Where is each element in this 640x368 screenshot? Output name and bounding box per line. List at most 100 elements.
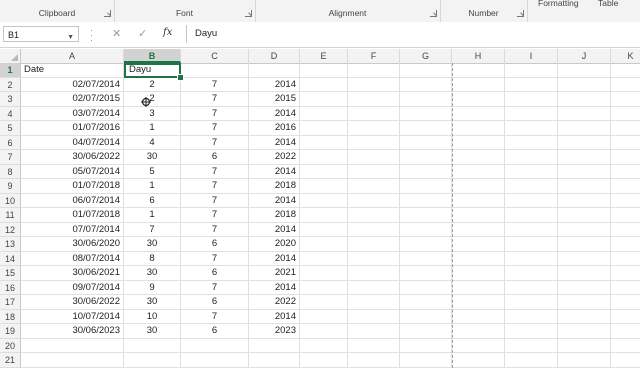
cell-k7[interactable] <box>611 150 640 165</box>
cell-g7[interactable] <box>400 150 452 165</box>
cell-b9[interactable]: 1 <box>124 179 181 194</box>
cell-d3[interactable]: 2015 <box>249 92 300 107</box>
column-header-k[interactable]: K <box>611 49 640 63</box>
cell-j6[interactable] <box>558 135 611 150</box>
cell-b8[interactable]: 5 <box>124 164 181 179</box>
cell-a3[interactable]: 02/07/2015 <box>21 92 124 107</box>
cell-f10[interactable] <box>348 193 400 208</box>
check-icon[interactable]: ✓ <box>138 27 147 40</box>
cell-a12[interactable]: 07/07/2014 <box>21 222 124 237</box>
row-header[interactable]: 1 <box>0 63 21 78</box>
cell-k20[interactable] <box>611 339 640 353</box>
row-header[interactable]: 16 <box>0 280 21 295</box>
dialog-launcher-icon[interactable] <box>430 10 437 17</box>
cell-j10[interactable] <box>558 193 611 208</box>
cell-f8[interactable] <box>348 164 400 179</box>
cell-b14[interactable]: 8 <box>124 251 181 266</box>
cell-h20[interactable] <box>452 338 505 353</box>
cell-d6[interactable]: 2014 <box>249 135 300 150</box>
cell-i4[interactable] <box>505 106 558 121</box>
cell-k11[interactable] <box>611 208 640 223</box>
cell-i10[interactable] <box>505 193 558 208</box>
column-header-c[interactable]: C <box>181 49 249 63</box>
cell-c15[interactable]: 6 <box>181 266 249 281</box>
cell-b1[interactable]: Dayu <box>124 63 181 78</box>
cell-h17[interactable] <box>452 295 505 310</box>
cell-d11[interactable]: 2018 <box>249 208 300 223</box>
cell-g17[interactable] <box>400 295 452 310</box>
cell-g16[interactable] <box>400 280 452 295</box>
cell-b16[interactable]: 9 <box>124 280 181 295</box>
cell-h13[interactable] <box>452 237 505 252</box>
cell-i8[interactable] <box>505 164 558 179</box>
cell-h3[interactable] <box>452 92 505 107</box>
cell-k3[interactable] <box>611 92 640 107</box>
cell-c4[interactable]: 7 <box>181 106 249 121</box>
column-header-j[interactable]: J <box>558 49 611 63</box>
cell-i2[interactable] <box>505 77 558 92</box>
cell-d21[interactable] <box>249 353 300 368</box>
formula-input[interactable]: Dayu <box>186 25 638 43</box>
cell-d4[interactable]: 2014 <box>249 106 300 121</box>
cell-k14[interactable] <box>611 252 640 266</box>
drag-handle-icon[interactable]: · · · <box>90 26 93 45</box>
cell-j14[interactable] <box>558 251 611 266</box>
cell-c20[interactable] <box>181 338 249 353</box>
cell-d18[interactable]: 2014 <box>249 309 300 324</box>
cell-h11[interactable] <box>452 208 505 223</box>
cell-d20[interactable] <box>249 338 300 353</box>
cell-a17[interactable]: 30/06/2022 <box>21 295 124 310</box>
cell-a21[interactable] <box>21 353 124 368</box>
cell-c10[interactable]: 7 <box>181 193 249 208</box>
cell-k18[interactable] <box>611 310 640 324</box>
ribbon-label-formatting[interactable]: Formatting <box>538 0 579 8</box>
cell-a11[interactable]: 01/07/2018 <box>21 208 124 223</box>
cell-c16[interactable]: 7 <box>181 280 249 295</box>
cell-f1[interactable] <box>348 63 400 78</box>
cell-j2[interactable] <box>558 77 611 92</box>
cell-b15[interactable]: 30 <box>124 266 181 281</box>
cell-g4[interactable] <box>400 106 452 121</box>
cell-a15[interactable]: 30/06/2021 <box>21 266 124 281</box>
column-header-i[interactable]: I <box>505 49 558 63</box>
cell-e12[interactable] <box>300 222 348 237</box>
cell-d15[interactable]: 2021 <box>249 266 300 281</box>
cell-k10[interactable] <box>611 194 640 208</box>
row-header[interactable]: 3 <box>0 92 21 107</box>
cell-c21[interactable] <box>181 353 249 368</box>
cell-k21[interactable] <box>611 353 640 368</box>
cell-i17[interactable] <box>505 295 558 310</box>
cell-j17[interactable] <box>558 295 611 310</box>
cell-g21[interactable] <box>400 353 452 368</box>
cell-h4[interactable] <box>452 106 505 121</box>
cell-a16[interactable]: 09/07/2014 <box>21 280 124 295</box>
cell-e3[interactable] <box>300 92 348 107</box>
cell-g9[interactable] <box>400 179 452 194</box>
cell-e17[interactable] <box>300 295 348 310</box>
cell-d13[interactable]: 2020 <box>249 237 300 252</box>
cell-g10[interactable] <box>400 193 452 208</box>
cell-j3[interactable] <box>558 92 611 107</box>
cell-j5[interactable] <box>558 121 611 136</box>
cell-e13[interactable] <box>300 237 348 252</box>
column-header-f[interactable]: F <box>348 49 400 63</box>
cell-f17[interactable] <box>348 295 400 310</box>
cell-b5[interactable]: 1 <box>124 121 181 136</box>
cell-a7[interactable]: 30/06/2022 <box>21 150 124 165</box>
cell-h14[interactable] <box>452 251 505 266</box>
cell-d8[interactable]: 2014 <box>249 164 300 179</box>
cell-k5[interactable] <box>611 121 640 136</box>
cell-e2[interactable] <box>300 77 348 92</box>
cell-h9[interactable] <box>452 179 505 194</box>
cell-c3[interactable]: 7 <box>181 92 249 107</box>
cell-h6[interactable] <box>452 135 505 150</box>
cell-e11[interactable] <box>300 208 348 223</box>
cell-c8[interactable]: 7 <box>181 164 249 179</box>
cell-e14[interactable] <box>300 251 348 266</box>
cell-c11[interactable]: 7 <box>181 208 249 223</box>
cell-a9[interactable]: 01/07/2018 <box>21 179 124 194</box>
cell-e15[interactable] <box>300 266 348 281</box>
cell-b17[interactable]: 30 <box>124 295 181 310</box>
cell-b7[interactable]: 30 <box>124 150 181 165</box>
cell-g15[interactable] <box>400 266 452 281</box>
